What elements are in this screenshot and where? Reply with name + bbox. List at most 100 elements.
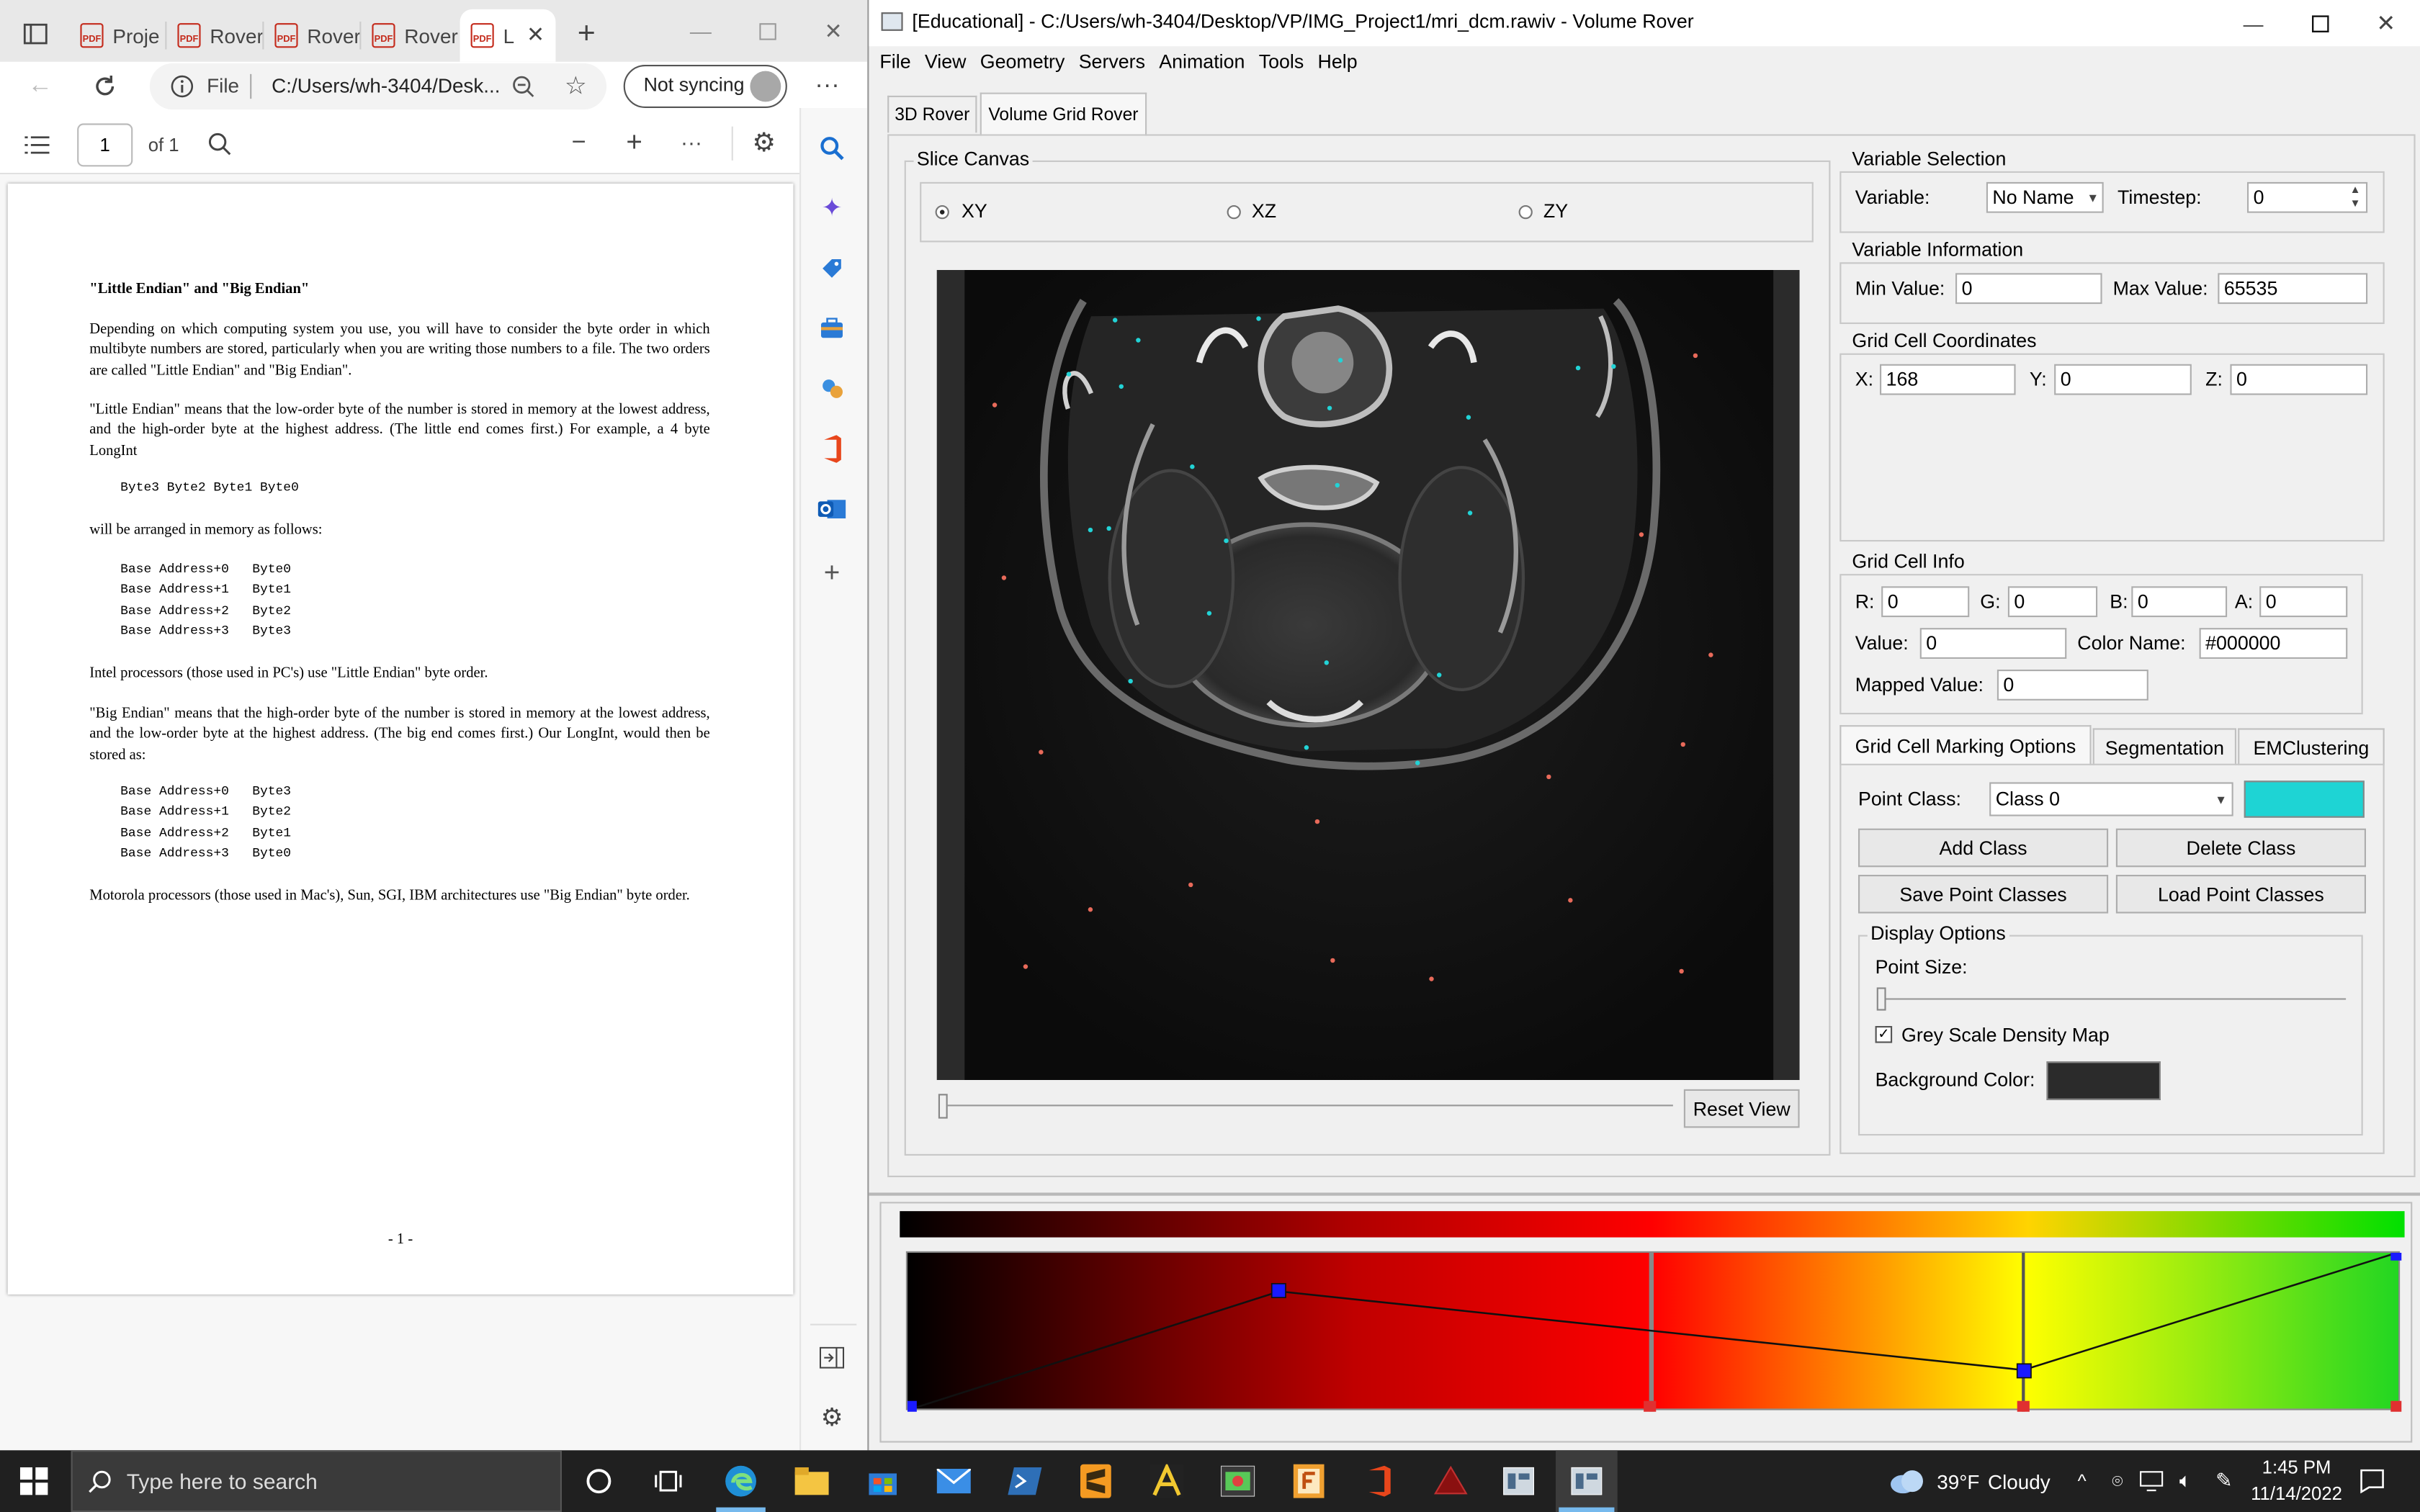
reset-view-button[interactable]: Reset View [1683,1089,1800,1128]
tab-segmentation[interactable]: Segmentation [2092,728,2236,765]
chevron-up-icon[interactable]: ^ [2071,1469,2093,1493]
search-icon[interactable] [818,134,846,162]
colormap-bar[interactable] [900,1211,2405,1238]
edge-app-icon[interactable] [722,1462,759,1499]
max-value-field[interactable]: 65535 [2218,273,2368,305]
office-icon[interactable] [1361,1462,1398,1499]
menu-help[interactable]: Help [1318,51,1358,73]
point-marker[interactable] [1088,907,1093,912]
value-field[interactable]: 0 [1919,628,2067,659]
clock-date[interactable]: 11/14/2022 [2247,1482,2346,1504]
browser-tab-5[interactable]: PDF L [470,12,514,58]
point-marker[interactable] [1611,364,1616,369]
radio-zy[interactable] [1518,205,1533,220]
file-explorer-icon[interactable] [793,1462,830,1499]
chevron-down-icon[interactable]: ▼ [2084,186,2102,208]
mail-icon[interactable] [936,1462,972,1499]
app-a-icon[interactable] [1148,1462,1185,1499]
point-marker[interactable] [1415,760,1420,765]
a-field[interactable]: 0 [2259,586,2348,618]
point-marker[interactable] [1190,464,1195,469]
tab-actions-icon[interactable] [22,22,50,46]
menu-tools[interactable]: Tools [1259,51,1304,73]
task-view-icon[interactable] [650,1462,686,1499]
info-icon[interactable] [170,74,194,99]
menu-file[interactable]: File [879,51,910,73]
weather-text[interactable]: Cloudy [1988,1470,2051,1493]
browser-tab-1[interactable]: PDF Proje [80,12,159,58]
point-size-slider-track[interactable] [1878,998,2347,1000]
point-marker[interactable] [1679,968,1684,974]
point-marker[interactable] [992,402,998,408]
min-value-field[interactable]: 0 [1955,273,2102,305]
settings-gear-icon[interactable]: ⚙ [748,128,779,159]
delete-class-button[interactable]: Delete Class [2115,828,2366,868]
volume-rover-taskbar-icon[interactable] [1500,1462,1537,1499]
point-marker[interactable] [1693,353,1698,359]
point-marker[interactable] [1466,415,1471,420]
volume-rover-active-icon[interactable] [1568,1462,1605,1499]
save-point-classes-button[interactable]: Save Point Classes [1858,875,2109,914]
tab-grid-cell-marking[interactable]: Grid Cell Marking Options [1839,725,2092,765]
camera-icon[interactable]: ⌾ [2105,1469,2130,1493]
point-marker[interactable] [1324,660,1329,665]
opacity-curve[interactable] [908,1253,2402,1412]
point-marker[interactable] [1066,372,1072,377]
hide-sidebar-icon[interactable] [818,1344,846,1372]
zoom-in-pdf-icon[interactable]: + [620,126,648,157]
point-marker[interactable] [1106,526,1111,531]
maximize-icon[interactable] [2305,9,2334,37]
outlook-icon[interactable] [817,495,846,523]
favorites-icon[interactable]: ☆ [560,71,591,102]
refresh-icon[interactable] [88,69,122,103]
point-marker[interactable] [1337,358,1343,363]
windows-start-icon[interactable] [15,1462,52,1499]
sidebar-settings-icon[interactable]: ⚙ [818,1404,846,1431]
close-tab-icon[interactable]: ✕ [525,21,547,45]
y-coordinate-field[interactable]: 0 [2054,364,2192,395]
slice-canvas[interactable] [936,270,1800,1080]
pdf-more-icon[interactable]: ··· [678,128,706,156]
new-tab-icon[interactable]: + [571,17,602,50]
point-marker[interactable] [1467,510,1473,516]
copilot-sparkle-icon[interactable]: ✦ [818,194,846,222]
menu-animation[interactable]: Animation [1159,51,1245,73]
point-size-slider-handle[interactable] [1876,987,1886,1011]
point-class-select[interactable]: Class 0 [1989,782,2233,816]
point-marker[interactable] [1119,384,1124,389]
point-marker[interactable] [1039,750,1044,755]
powershell-icon[interactable] [1006,1462,1043,1499]
pen-icon[interactable]: ✎ [2212,1469,2236,1493]
sublime-icon[interactable] [1077,1462,1114,1499]
point-marker[interactable] [1680,742,1685,747]
weather-temp[interactable]: 39°F [1937,1470,1979,1493]
z-coordinate-field[interactable]: 0 [2230,364,2368,395]
grey-scale-checkbox[interactable]: ✓ [1875,1026,1893,1043]
more-icon[interactable]: ··· [812,71,843,102]
browser-tab-3[interactable]: PDF Rover [274,12,361,58]
zoom-out-icon[interactable] [509,73,537,101]
point-marker[interactable] [1256,316,1261,321]
close-window-icon[interactable]: ✕ [2372,9,2401,37]
volume-icon[interactable]: 🔈︎ [2173,1469,2197,1493]
point-marker[interactable] [1304,745,1309,750]
office-icon[interactable] [818,435,846,463]
tab-emclustering[interactable]: EMClustering [2238,728,2385,765]
point-marker[interactable] [1128,678,1133,684]
cortana-icon[interactable] [581,1462,617,1499]
point-marker[interactable] [1335,482,1340,488]
find-icon[interactable] [205,130,233,158]
point-marker[interactable] [1206,611,1212,616]
point-marker[interactable] [1575,365,1581,371]
point-marker[interactable] [1429,976,1434,981]
b-field[interactable]: 0 [2131,586,2228,618]
chevron-down-icon[interactable]: ▼ [2212,788,2231,810]
contents-icon[interactable] [22,130,53,161]
network-icon[interactable] [2139,1469,2164,1493]
point-marker[interactable] [1113,318,1118,323]
browser-tab-4[interactable]: PDF Rover [372,12,458,58]
mapped-value-field[interactable]: 0 [1996,670,2148,701]
point-marker[interactable] [1314,819,1320,824]
point-marker[interactable] [1188,882,1193,888]
point-marker[interactable] [1330,958,1335,963]
